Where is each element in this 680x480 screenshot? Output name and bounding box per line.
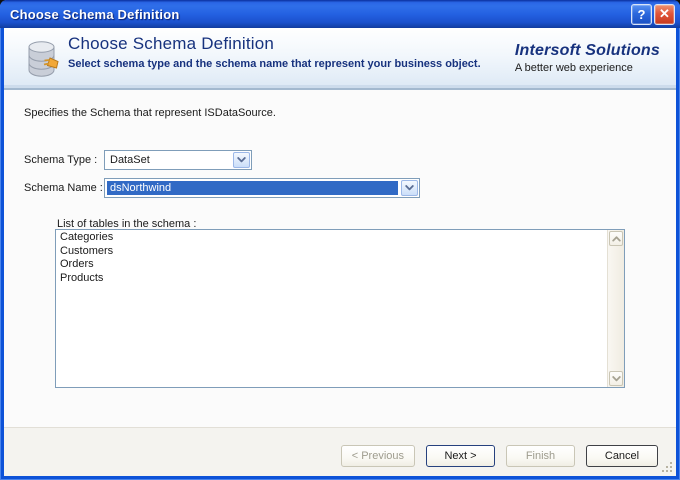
schema-name-combobox[interactable]: dsNorthwind (104, 178, 420, 198)
chevron-down-icon (612, 376, 621, 382)
scroll-up-button[interactable] (609, 231, 623, 246)
vertical-scrollbar[interactable] (607, 230, 624, 387)
list-item[interactable]: Orders (56, 258, 606, 272)
list-item[interactable]: Customers (56, 245, 606, 259)
schema-type-combobox[interactable]: DataSet (104, 150, 252, 170)
header-subtitle: Select schema type and the schema name t… (68, 58, 481, 70)
close-button[interactable]: ✕ (654, 4, 675, 25)
database-icon (24, 38, 62, 85)
help-icon: ? (638, 7, 646, 22)
schema-type-label: Schema Type : (24, 154, 97, 166)
button-bar: < Previous Next > Finish Cancel (4, 427, 676, 476)
schema-type-value: DataSet (106, 152, 231, 168)
dialog-frame: Choose Schema Definition Select schema t… (4, 28, 676, 476)
cancel-button[interactable]: Cancel (586, 445, 658, 467)
dialog-window: Choose Schema Definition ? ✕ Choose S (0, 0, 680, 480)
help-button[interactable]: ? (631, 4, 652, 25)
header-title: Choose Schema Definition (68, 34, 481, 54)
description-text: Specifies the Schema that represent ISDa… (24, 107, 276, 119)
schema-name-value: dsNorthwind (107, 181, 398, 195)
list-item[interactable]: Products (56, 272, 606, 286)
tables-list: Categories Customers Orders Products (56, 231, 606, 285)
list-item[interactable]: Categories (56, 231, 606, 245)
dialog-content: Specifies the Schema that represent ISDa… (4, 90, 676, 427)
close-icon: ✕ (659, 6, 670, 22)
tables-listbox[interactable]: Categories Customers Orders Products (55, 229, 625, 388)
next-button[interactable]: Next > (426, 445, 495, 467)
resize-grip[interactable] (661, 461, 674, 474)
finish-button: Finish (506, 445, 575, 467)
previous-button: < Previous (341, 445, 415, 467)
wizard-header: Choose Schema Definition Select schema t… (4, 28, 676, 90)
schema-name-label: Schema Name : (24, 182, 103, 194)
scroll-down-button[interactable] (609, 371, 623, 386)
chevron-down-icon[interactable] (401, 180, 418, 196)
titlebar[interactable]: Choose Schema Definition ? ✕ (0, 0, 680, 28)
brand-block: Intersoft Solutions A better web experie… (515, 42, 660, 74)
brand-name: Intersoft Solutions (515, 42, 660, 60)
window-title: Choose Schema Definition (10, 7, 629, 22)
chevron-down-icon[interactable] (233, 152, 250, 168)
chevron-up-icon (612, 236, 621, 242)
brand-tagline: A better web experience (515, 62, 660, 74)
